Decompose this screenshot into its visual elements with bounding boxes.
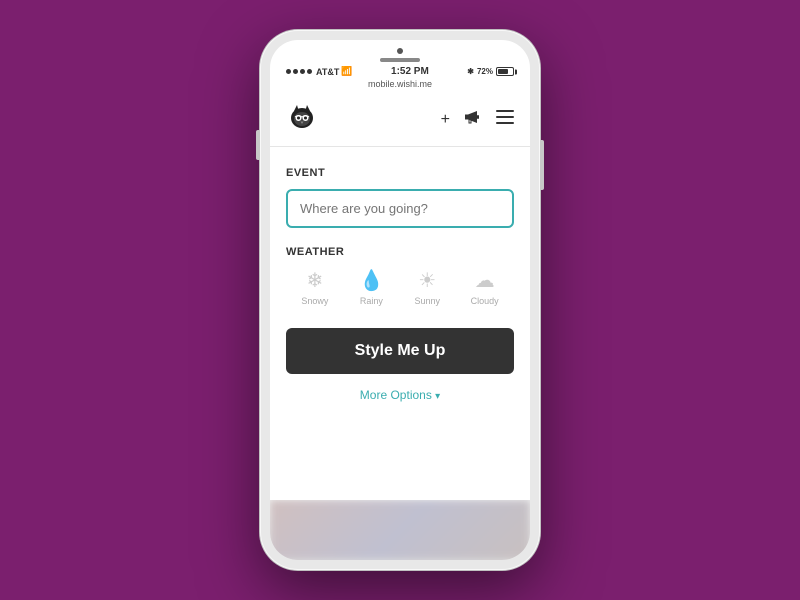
menu-icon[interactable] [496,110,514,129]
phone-frame: AT&T 📶 1:52 PM ✱ 72% mobile.wishi.me [260,30,540,570]
event-section-label: EVENT [286,167,514,179]
bluetooth-icon: ✱ [467,67,474,76]
wishi-owl-icon [286,101,318,133]
status-bar: AT&T 📶 1:52 PM ✱ 72% [270,62,530,79]
weather-option-rainy[interactable]: 💧 Rainy [359,268,384,306]
nav-bar: + [270,93,530,147]
phone-top-hardware [270,40,530,62]
more-options-label: More Options [360,388,432,402]
status-right: ✱ 72% [467,67,514,76]
bottom-blur-overlay [270,500,530,560]
phone-screen: AT&T 📶 1:52 PM ✱ 72% mobile.wishi.me [270,40,530,560]
weather-option-cloudy[interactable]: ☁ Cloudy [471,268,499,306]
weather-section-label: WEATHER [286,246,514,258]
signal-dot-1 [286,69,291,74]
battery-percent: 72% [477,67,493,76]
status-time: 1:52 PM [391,66,429,77]
battery-fill [498,69,508,74]
url-bar[interactable]: mobile.wishi.me [270,79,530,93]
more-options-link[interactable]: More Options ▾ [286,388,514,402]
snowy-label: Snowy [301,296,328,306]
chevron-down-icon: ▾ [435,391,440,402]
weather-option-snowy[interactable]: ❄ Snowy [301,268,328,306]
signal-dot-2 [293,69,298,74]
wifi-icon: 📶 [341,66,352,77]
add-button[interactable]: + [441,111,450,129]
signal-dot-4 [307,69,312,74]
nav-actions: + [441,109,514,130]
cloudy-label: Cloudy [471,296,499,306]
status-left: AT&T 📶 [286,66,353,77]
megaphone-icon[interactable] [464,109,482,130]
snowy-icon: ❄ [306,268,323,293]
weather-option-sunny[interactable]: ☀ Sunny [414,268,440,306]
style-me-up-button[interactable]: Style Me Up [286,328,514,374]
front-camera [397,48,403,54]
main-content: EVENT WEATHER ❄ Snowy 💧 Rainy ☀ Sunny [270,147,530,500]
bottom-preview [270,500,530,560]
battery-body [496,67,514,76]
event-input[interactable] [286,189,514,228]
signal-dot-3 [300,69,305,74]
logo [286,101,318,138]
weather-options: ❄ Snowy 💧 Rainy ☀ Sunny ☁ Cloudy [286,268,514,306]
battery-indicator [496,67,514,76]
sunny-label: Sunny [414,296,440,306]
rainy-label: Rainy [360,296,383,306]
carrier-label: AT&T [316,67,339,77]
rainy-icon: 💧 [359,268,384,293]
url-text: mobile.wishi.me [368,79,432,89]
sunny-icon: ☀ [418,268,436,293]
signal-dots [286,69,312,74]
cloudy-icon: ☁ [475,268,495,293]
